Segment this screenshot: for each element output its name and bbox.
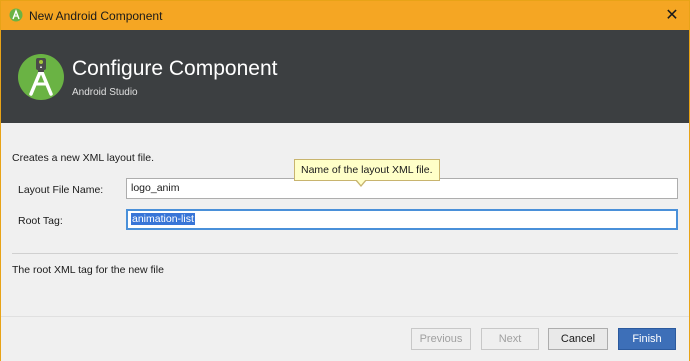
- root-tag-value: animation-list: [131, 213, 195, 225]
- android-studio-logo: [18, 54, 64, 100]
- layout-file-name-label: Layout File Name:: [18, 184, 104, 196]
- field-hint: The root XML tag for the new file: [12, 264, 164, 276]
- next-button[interactable]: Next: [481, 328, 539, 350]
- footer-divider: [1, 316, 689, 317]
- android-studio-icon: [9, 8, 23, 22]
- close-button[interactable]: ✕: [661, 5, 683, 25]
- form-area: Creates a new XML layout file. Layout Fi…: [1, 123, 689, 361]
- cancel-button[interactable]: Cancel: [548, 328, 608, 350]
- previous-button[interactable]: Previous: [411, 328, 471, 350]
- finish-button[interactable]: Finish: [618, 328, 676, 350]
- form-description: Creates a new XML layout file.: [12, 152, 155, 164]
- page-subtitle: Android Studio: [72, 87, 138, 98]
- layout-file-name-value: logo_anim: [131, 182, 180, 194]
- root-tag-label: Root Tag:: [18, 215, 63, 227]
- header-banner: Configure Component Android Studio: [1, 30, 689, 123]
- layout-file-name-input[interactable]: logo_anim: [126, 178, 678, 199]
- tooltip: Name of the layout XML file.: [294, 159, 440, 181]
- close-icon: ✕: [665, 7, 679, 24]
- dialog-window: New Android Component ✕ Configure Compon…: [0, 0, 690, 361]
- page-title: Configure Component: [72, 57, 278, 80]
- root-tag-input[interactable]: animation-list: [126, 209, 678, 230]
- window-title: New Android Component: [29, 9, 163, 23]
- divider: [12, 253, 678, 254]
- tooltip-arrow-fill: [356, 179, 366, 185]
- title-bar[interactable]: New Android Component ✕: [1, 1, 689, 30]
